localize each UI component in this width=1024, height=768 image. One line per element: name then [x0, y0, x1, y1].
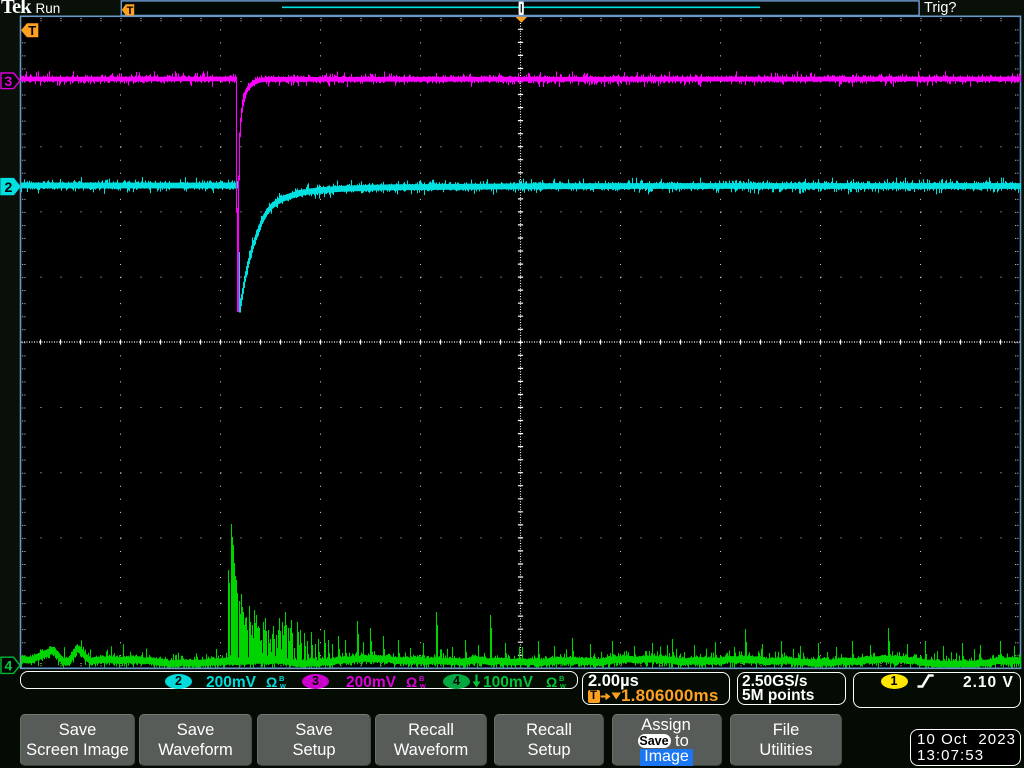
svg-text:2: 2	[5, 179, 13, 195]
svg-text:T: T	[28, 23, 36, 38]
svg-text:4: 4	[5, 658, 13, 674]
svg-text:3: 3	[5, 73, 13, 89]
svg-text:T: T	[127, 5, 134, 17]
